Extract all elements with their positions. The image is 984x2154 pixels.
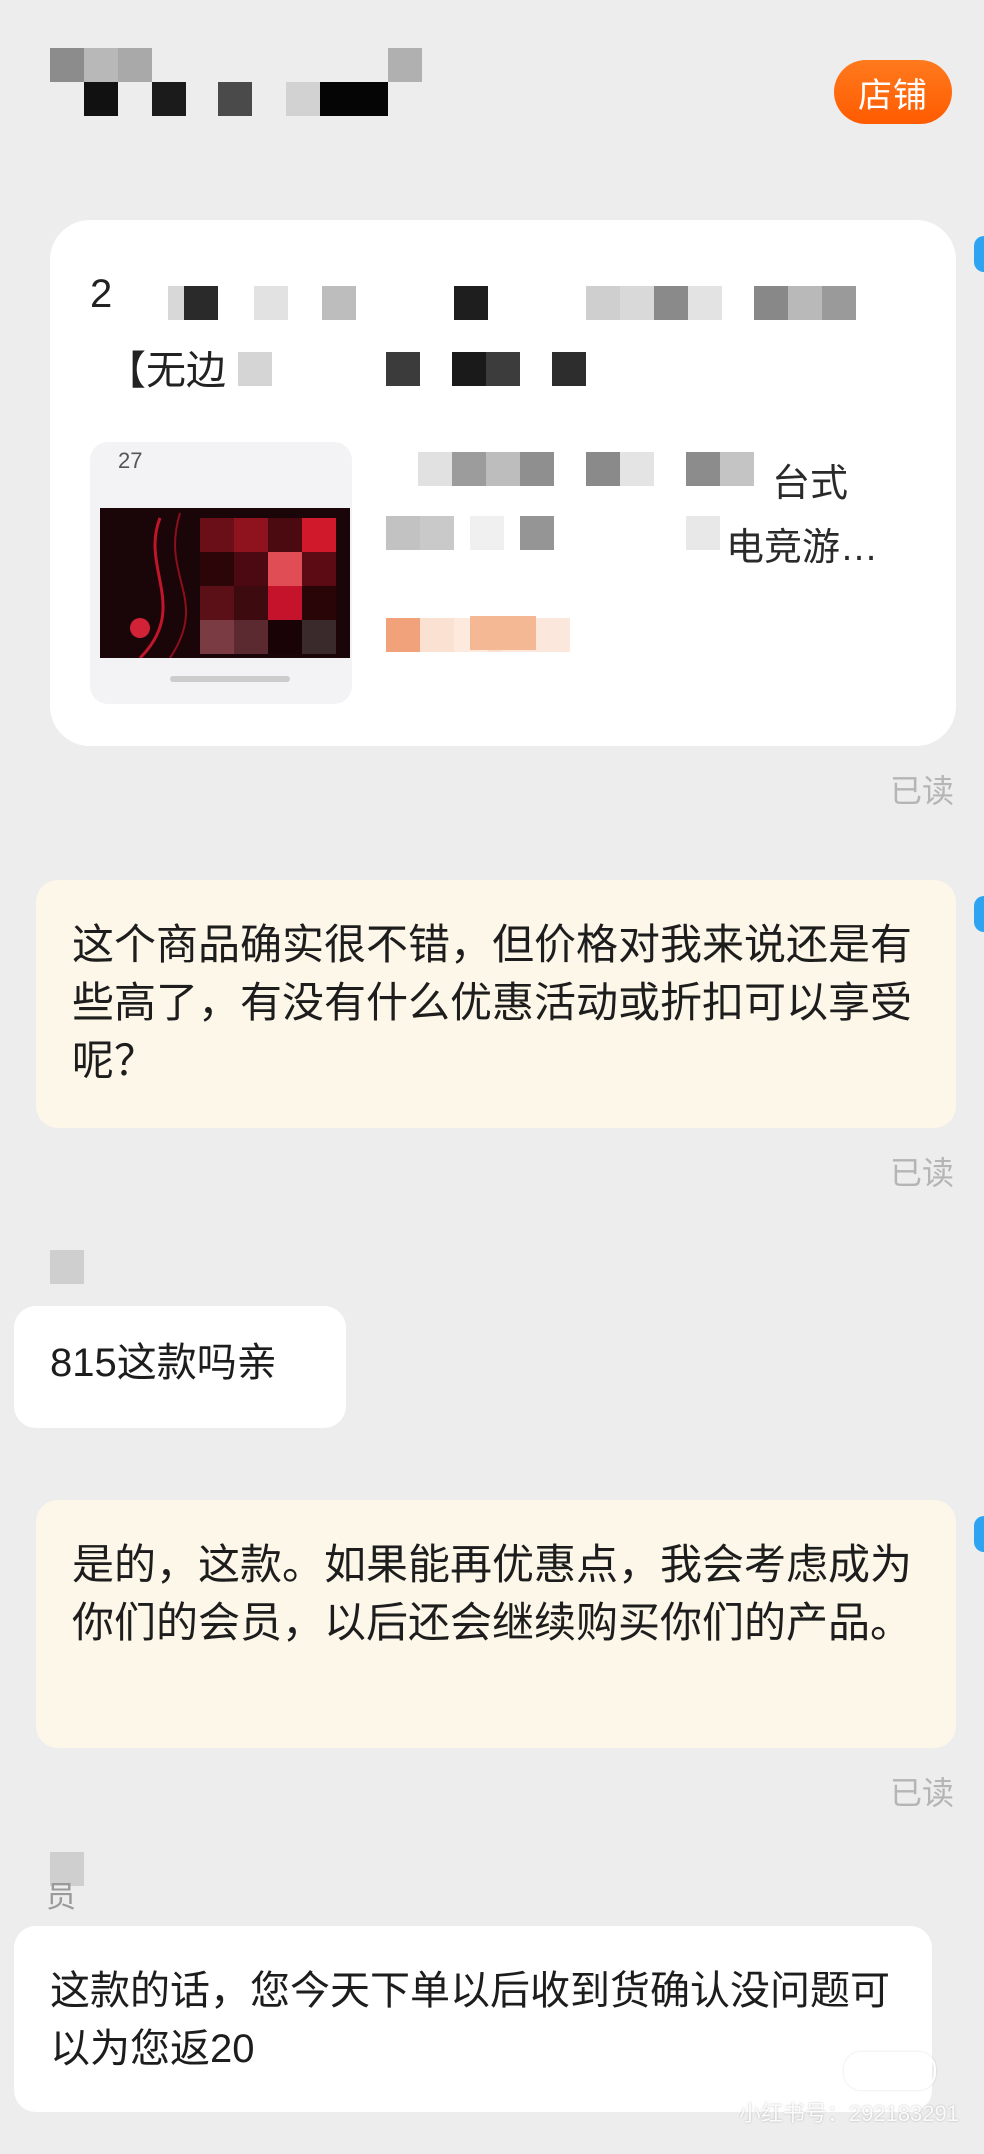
shop-button[interactable]: 店铺 <box>834 60 952 124</box>
product-thumbnail[interactable]: 27 <box>90 442 352 704</box>
message-bubble-incoming[interactable]: 815这款吗亲 <box>14 1306 346 1428</box>
unread-edge-indicator <box>974 1516 984 1552</box>
message-bubble-incoming[interactable]: 这款的话，您今天下单以后收到货确认没问题可以为您返20 <box>14 1926 932 2112</box>
message-bubble-outgoing[interactable]: 是的，这款。如果能再优惠点，我会考虑成为你们的会员，以后还会继续购买你们的产品。 <box>36 1500 956 1748</box>
product-title-line1: 2 <box>90 272 113 316</box>
thumbnail-label: 27 <box>118 448 143 473</box>
sender-name-fragment: 员 <box>46 1881 76 1914</box>
read-status: 已读 <box>889 1155 954 1191</box>
sender-name-blurred <box>50 1250 84 1284</box>
read-status: 已读 <box>889 773 954 809</box>
message-bubble-outgoing[interactable]: 这个商品确实很不错，但价格对我来说还是有些高了，有没有什么优惠活动或折扣可以享受… <box>36 880 956 1128</box>
monitor-image <box>100 508 350 658</box>
unread-edge-indicator <box>974 896 984 932</box>
product-desc-line2: 电竞游… <box>726 527 879 569</box>
monitor-stand <box>170 676 290 682</box>
product-desc-line1: 台式 <box>772 463 849 505</box>
store-name-blurred <box>50 48 422 120</box>
product-title-line2: 【无边 <box>106 349 226 393</box>
watermark-id: 小红书号：292183291 <box>738 2101 959 2126</box>
product-card[interactable]: 2 【无边 27 台式 电竞游… <box>50 220 956 746</box>
unread-edge-indicator <box>974 236 984 272</box>
read-status: 已读 <box>889 1775 954 1811</box>
watermark-logo: 小红书 <box>844 2052 936 2090</box>
